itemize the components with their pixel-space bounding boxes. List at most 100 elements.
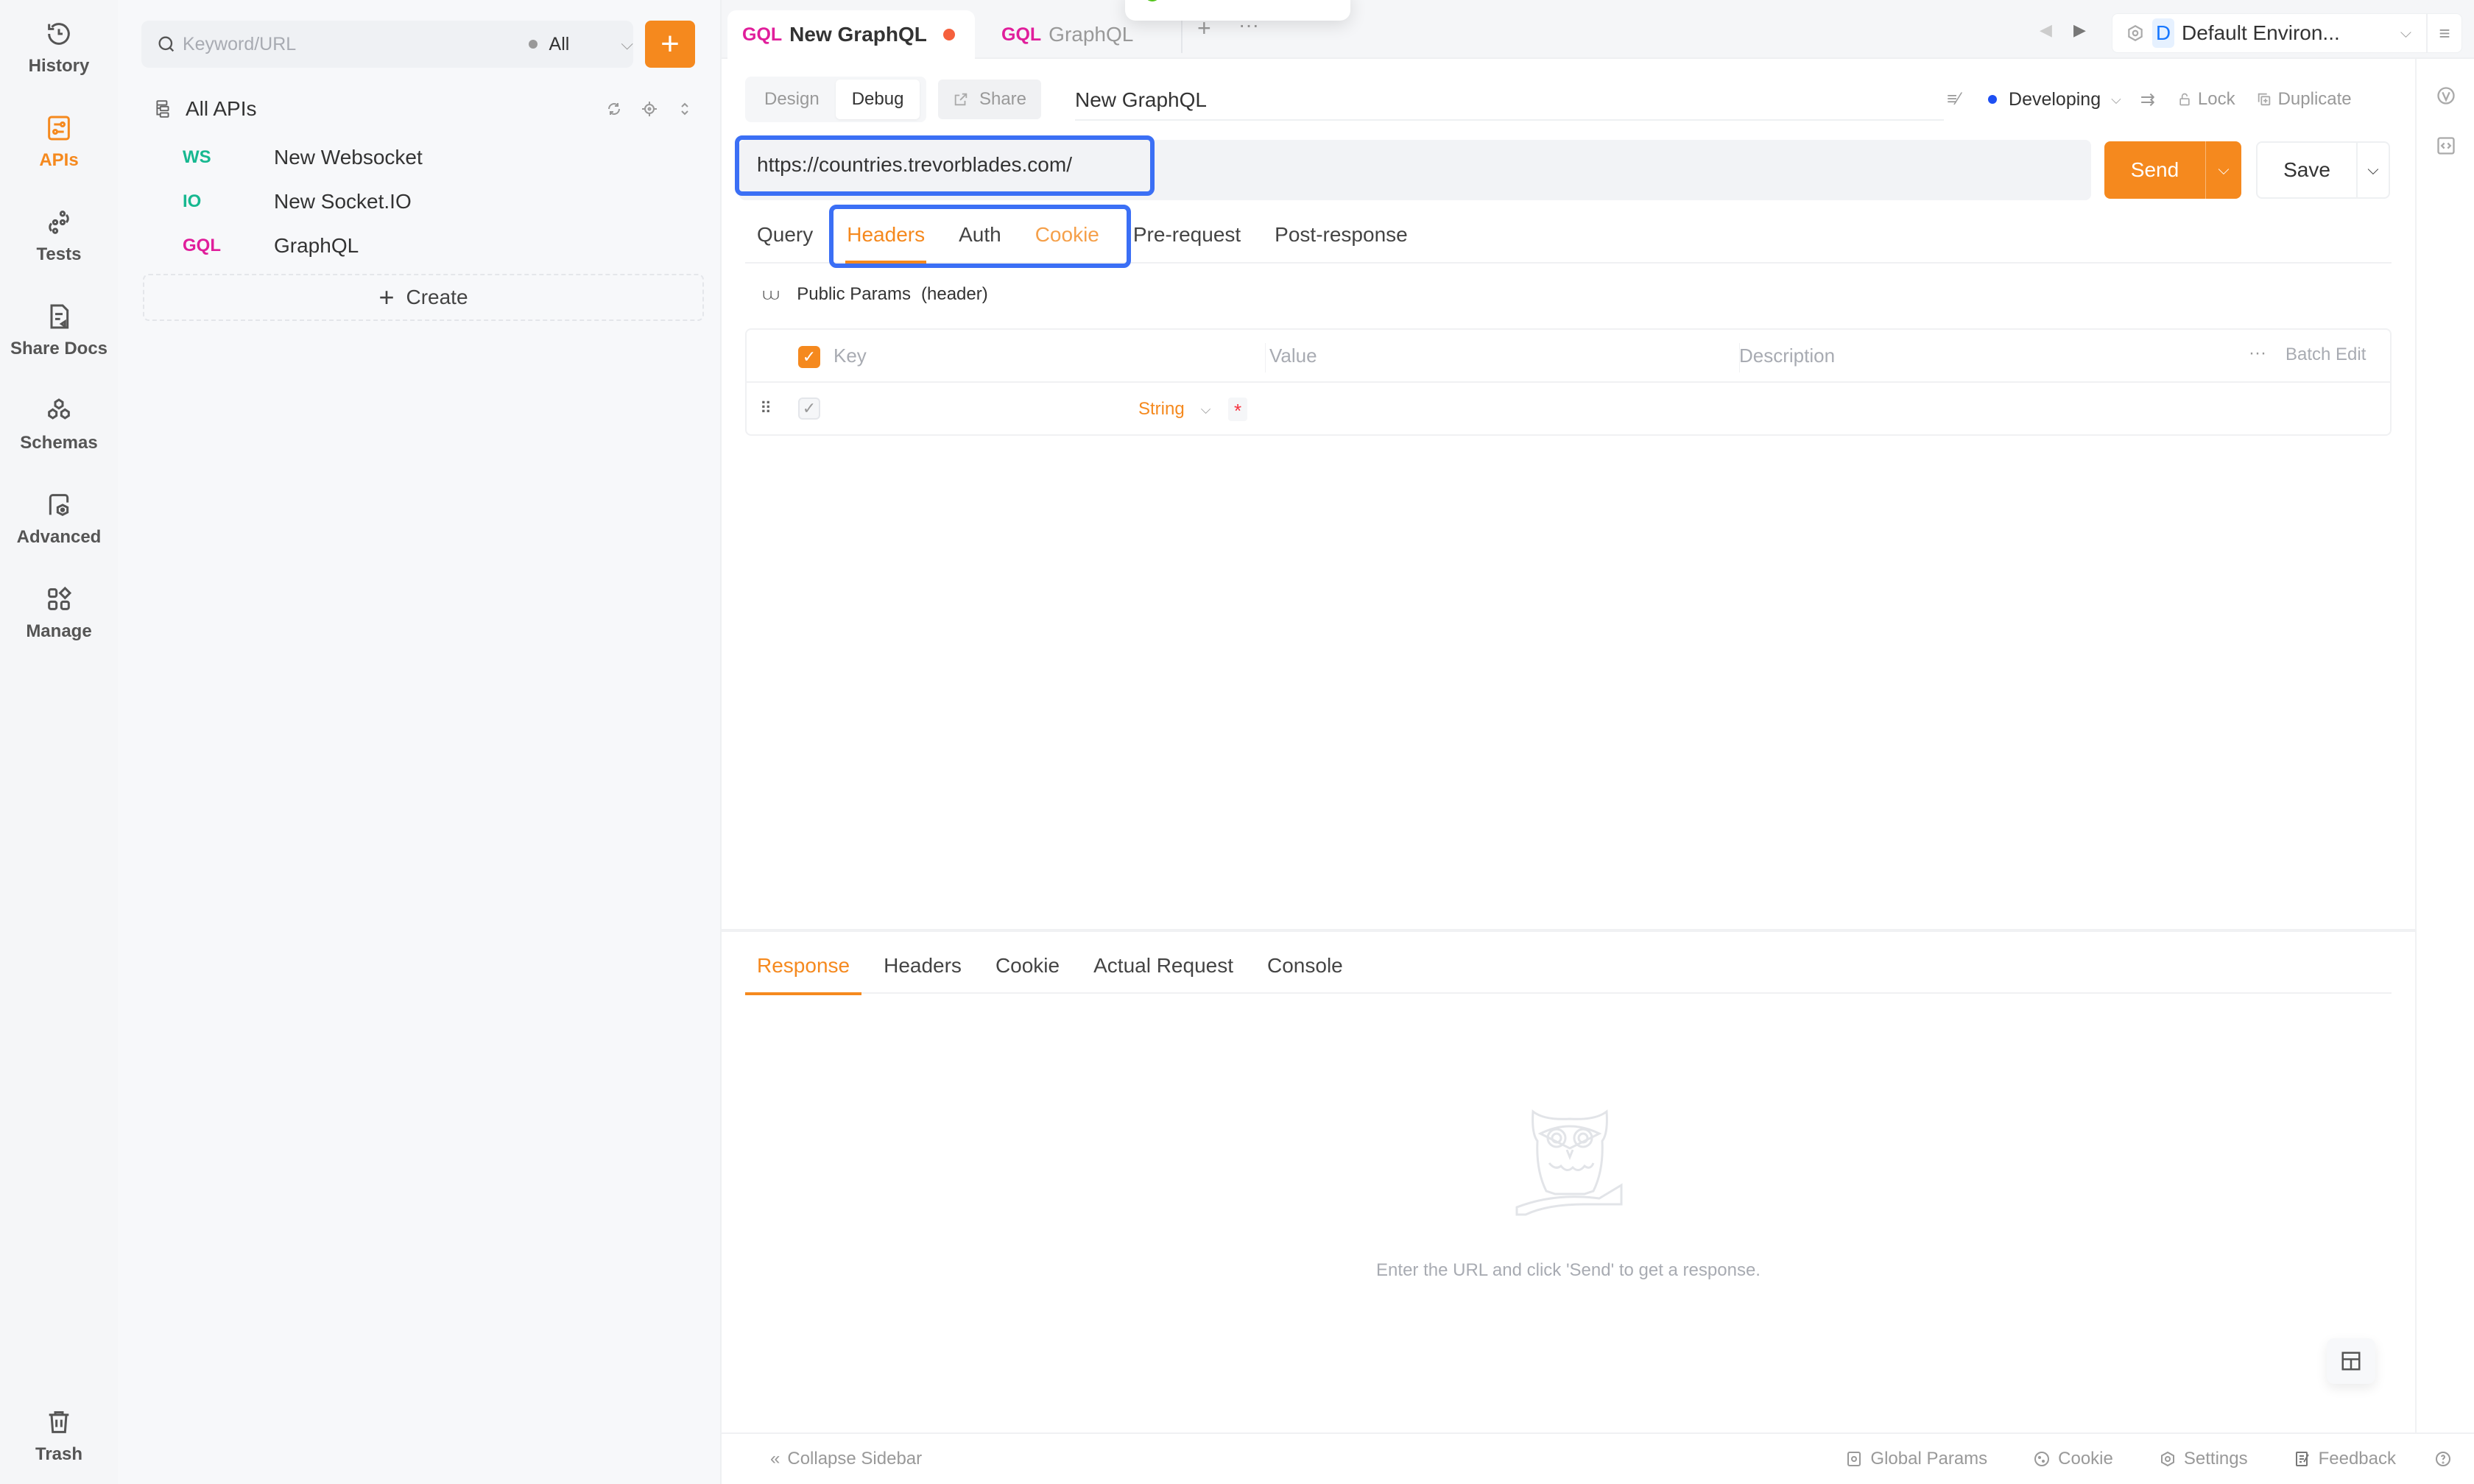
eye-closed-icon: ⩊ (763, 285, 780, 303)
url-input[interactable] (757, 153, 1493, 177)
api-list-item[interactable]: GQL GraphQL (141, 225, 704, 266)
rail-item-tests[interactable]: Tests (0, 208, 118, 265)
tab-console[interactable]: Console (1255, 938, 1355, 994)
environment-selector[interactable]: D Default Environ... ⌵ ≡ (2112, 13, 2462, 53)
api-list-item[interactable]: IO New Socket.IO (141, 181, 704, 222)
tab-new-graphql[interactable]: GQL New GraphQL (727, 10, 975, 59)
more-icon[interactable]: ··· (2249, 343, 2266, 364)
panel-resize-handle[interactable] (722, 929, 2415, 932)
status-dot (1988, 95, 1998, 104)
tab-post-response[interactable]: Post-response (1263, 208, 1420, 262)
rail-label: Schemas (20, 433, 98, 453)
menu-icon[interactable]: ≡ (2426, 13, 2461, 53)
manage-icon (48, 586, 72, 610)
unsaved-dot (942, 29, 955, 40)
duplicate-button[interactable]: Duplicate (2256, 89, 2352, 110)
share-button[interactable]: Share (938, 80, 1041, 119)
mode-debug[interactable]: Debug (835, 80, 920, 119)
required-toggle-icon[interactable]: * (1228, 398, 1247, 422)
feedback-button[interactable]: Feedback (2294, 1449, 2396, 1469)
method-badge: WS (183, 147, 211, 167)
tab-actual-request[interactable]: Actual Request (1082, 938, 1245, 994)
left-rail: History APIs Tests Share Docs Schemas Ad… (0, 0, 118, 1484)
tab-cookie[interactable]: Cookie (1023, 208, 1111, 262)
status-dropdown[interactable]: Developing ⌵ (1988, 89, 2121, 110)
save-button[interactable]: Save ⌵ (2256, 141, 2390, 199)
api-sidebar (118, 0, 722, 1484)
expand-collapse-icon[interactable] (676, 100, 694, 118)
rail-item-share-docs[interactable]: Share Docs (0, 302, 118, 359)
api-tools: ≡⁄ Developing ⌵ ⇉ Lock Duplicate (1944, 81, 2352, 118)
type-dropdown[interactable]: String ⌵ (1138, 399, 1210, 420)
method-badge: GQL (183, 236, 221, 255)
batch-edit-button[interactable]: Batch Edit (2286, 344, 2366, 365)
mode-design[interactable]: Design (748, 80, 836, 119)
rail-item-schemas[interactable]: Schemas (0, 396, 118, 453)
rail-item-apis[interactable]: APIs (0, 113, 118, 171)
send-options-icon[interactable]: ⌵ (2206, 162, 2241, 179)
add-api-button[interactable]: + (645, 21, 695, 68)
move-icon[interactable]: ⇉ (2140, 89, 2155, 110)
rail-label: Tests (36, 244, 82, 264)
locate-icon[interactable] (641, 100, 658, 118)
trash-icon (49, 1411, 69, 1433)
search-input[interactable] (182, 33, 507, 55)
cookie-button[interactable]: Cookie (2033, 1449, 2113, 1469)
response-tabs: Response Headers Cookie Actual Request C… (745, 938, 2392, 995)
filter-dropdown[interactable]: All ⌵ (528, 34, 633, 55)
api-name: New Websocket (274, 146, 423, 169)
rail-item-trash[interactable]: Trash (0, 1407, 118, 1465)
layout-toggle-button[interactable] (2327, 1338, 2375, 1384)
double-chevron-left-icon: « (770, 1449, 780, 1469)
tab-response[interactable]: Response (745, 938, 862, 995)
edit-description-icon[interactable]: ≡⁄ (1947, 89, 1960, 110)
tab-response-headers[interactable]: Headers (872, 938, 973, 994)
drag-handle-icon[interactable]: ⠿ (760, 399, 772, 418)
tab-response-cookie[interactable]: Cookie (984, 938, 1071, 994)
schemas-icon (48, 398, 70, 420)
chevron-down-icon: ⌵ (2400, 24, 2411, 41)
environment-name: Default Environ... (2182, 21, 2340, 44)
type-value: String (1138, 399, 1185, 419)
code-icon[interactable] (2436, 135, 2456, 156)
tab-label: GraphQL (1049, 23, 1134, 46)
help-button[interactable] (2434, 1450, 2452, 1468)
all-apis-header[interactable]: All APIs (153, 94, 705, 124)
column-description: Description (1739, 344, 1836, 367)
nav-back-icon[interactable]: ◀ (2040, 21, 2052, 40)
chevron-down-icon: ⌵ (621, 35, 633, 53)
public-params-toggle[interactable]: ⩊ Public Params (header) (763, 284, 988, 305)
send-button[interactable]: Send ⌵ (2104, 141, 2241, 199)
apis-icon (48, 116, 70, 141)
headers-table: ✓ Key Value Description ··· Batch Edit ⠿… (745, 328, 2392, 436)
tab-pre-request[interactable]: Pre-request (1121, 208, 1252, 262)
save-options-icon[interactable]: ⌵ (2358, 162, 2389, 179)
search-icon (158, 36, 175, 52)
lock-button[interactable]: Lock (2177, 89, 2235, 110)
owl-illustration-icon (1515, 1109, 1623, 1216)
column-value: Value (1269, 344, 1317, 367)
api-list-item[interactable]: WS New Websocket (141, 137, 704, 178)
settings-button[interactable]: Settings (2159, 1449, 2248, 1469)
rail-item-manage[interactable]: Manage (0, 584, 118, 642)
create-button[interactable]: + Create (143, 274, 704, 321)
rail-item-advanced[interactable]: Advanced (0, 490, 118, 548)
api-name-field[interactable]: New GraphQL (1075, 81, 1944, 121)
feedback-label: Feedback (2318, 1449, 2396, 1469)
column-divider (1265, 343, 1266, 372)
nav-forward-icon[interactable]: ▶ (2073, 21, 2086, 40)
tab-headers[interactable]: Headers (835, 208, 937, 264)
right-side-strip (2415, 59, 2474, 1432)
version-icon[interactable] (2436, 85, 2456, 106)
tab-auth[interactable]: Auth (947, 208, 1013, 262)
rail-item-history[interactable]: History (0, 19, 118, 77)
tab-query[interactable]: Query (745, 208, 825, 262)
collapse-sidebar-button[interactable]: « Collapse Sidebar (770, 1449, 922, 1469)
rail-label: APIs (39, 150, 79, 170)
row-checkbox[interactable]: ✓ (798, 398, 820, 420)
select-all-checkbox[interactable]: ✓ (798, 346, 820, 368)
refresh-icon[interactable] (605, 100, 623, 118)
chevron-down-icon: ⌵ (1200, 401, 1211, 417)
global-params-button[interactable]: Global Params (1845, 1449, 1987, 1469)
toast-notification (1125, 0, 1350, 21)
